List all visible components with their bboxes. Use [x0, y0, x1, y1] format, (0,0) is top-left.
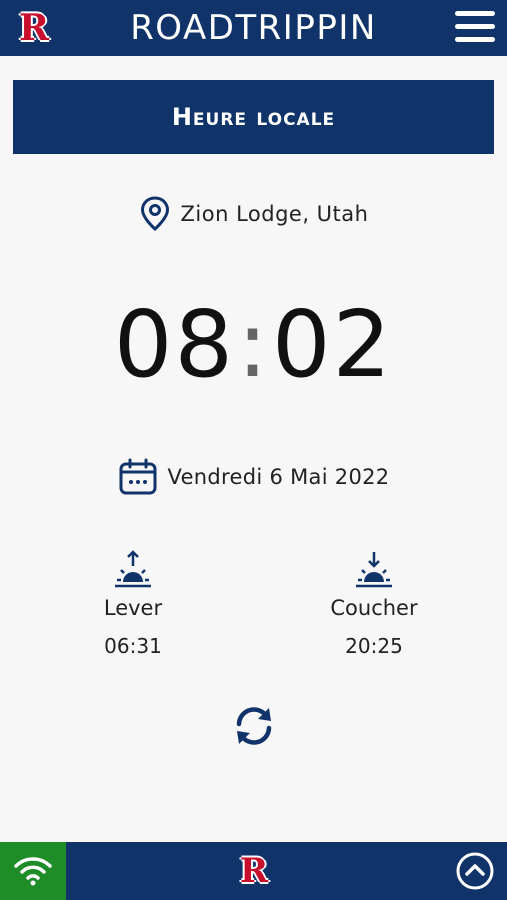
sunrise-time: 06:31 — [104, 634, 162, 658]
calendar-icon — [119, 458, 157, 495]
date-text: Vendredi 6 Mai 2022 — [167, 465, 390, 489]
location-name: Zion Lodge, Utah — [180, 202, 369, 226]
date-row: Vendredi 6 Mai 2022 — [0, 455, 507, 499]
wifi-icon — [14, 857, 52, 886]
local-clock: 08:02 — [0, 290, 507, 400]
refresh-button[interactable] — [231, 703, 277, 749]
sunset-label: Coucher — [330, 596, 418, 620]
section-title: Heure locale — [171, 103, 336, 131]
clock-minutes: 02 — [272, 291, 394, 398]
footer-logo[interactable]: R — [238, 852, 270, 890]
chevron-up-circle-icon — [456, 852, 494, 890]
bottom-bar: R — [0, 842, 507, 900]
section-banner: Heure locale — [13, 80, 494, 154]
map-pin-icon — [140, 196, 169, 231]
sunset-time: 20:25 — [345, 634, 403, 658]
hamburger-menu-icon[interactable] — [453, 8, 497, 48]
clock-hours: 08 — [113, 291, 235, 398]
refresh-icon — [236, 707, 272, 745]
scroll-up-button[interactable] — [455, 851, 495, 891]
wifi-status-button[interactable] — [0, 842, 66, 900]
sunrise-icon — [115, 550, 151, 588]
app-title: ROADTRIPPIN — [130, 8, 377, 48]
top-bar: R ROADTRIPPIN — [0, 0, 507, 56]
sunrise-block: Lever 06:31 — [53, 550, 213, 658]
sunset-block: Coucher 20:25 — [294, 550, 454, 658]
sunrise-label: Lever — [103, 596, 163, 620]
clock-separator: : — [237, 291, 270, 398]
app-logo[interactable]: R — [18, 9, 50, 47]
location-row: Zion Lodge, Utah — [0, 192, 507, 236]
sunset-icon — [356, 552, 392, 588]
